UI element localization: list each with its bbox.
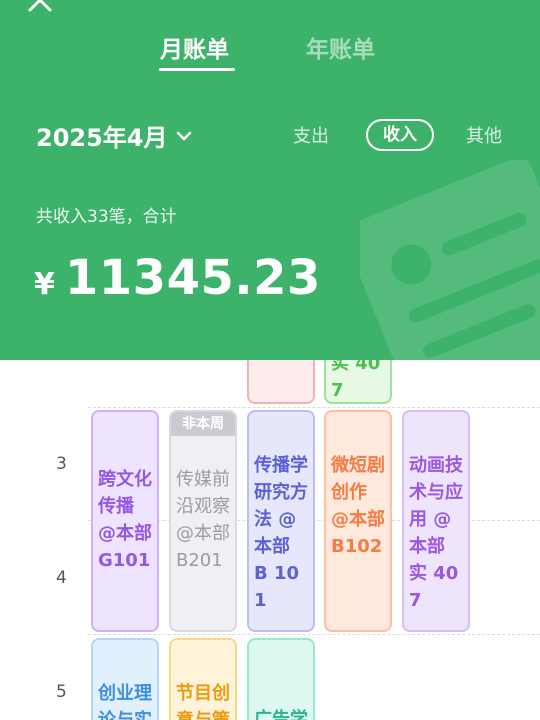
income-summary: 共收入33笔，合计 (36, 207, 177, 227)
course-card-text: 实 407 (331, 360, 381, 401)
course-card-text: 动画技术与应用 @本部 实 407 (409, 455, 463, 611)
receipt-watermark-icon (360, 160, 540, 360)
period-label: 4 (56, 568, 67, 588)
course-card-text: 传播学研究方法 @本部 B 101 (254, 455, 308, 611)
close-icon[interactable] (26, 0, 54, 14)
course-card[interactable]: 非本周 传媒前沿观察 @本部 B201 (169, 410, 237, 632)
course-card-text: 微短剧创作 @本部 B102 (331, 455, 392, 557)
course-card-text: 广告学 (254, 709, 308, 720)
course-card[interactable] (247, 360, 315, 404)
not-this-week-badge: 非本周 (171, 412, 235, 436)
tab-monthly-bill[interactable]: 月账单 (160, 30, 229, 64)
course-card[interactable]: 微短剧创作 @本部 B102 (324, 410, 392, 632)
month-selector-label: 2025年4月 (36, 124, 168, 152)
course-timetable: 3 4 5 实 407 跨文化传播 @本部 G101 非本周 传媒前沿观察 @本… (0, 360, 540, 720)
course-card[interactable]: 传播学研究方法 @本部 B 101 (247, 410, 315, 632)
filter-income[interactable]: 收入 (366, 119, 434, 151)
amount-value: 11345.23 (64, 250, 321, 306)
month-selector[interactable]: 2025年4月 (36, 118, 192, 153)
course-card[interactable]: 广告学 (247, 638, 315, 720)
course-card-text: 跨文化传播 @本部 G101 (98, 469, 159, 571)
course-card[interactable]: 动画技术与应用 @本部 实 407 (402, 410, 470, 632)
tab-yearly-bill[interactable]: 年账单 (306, 30, 375, 64)
course-card[interactable]: 节目创意与策 (169, 638, 237, 720)
course-card-text: 传媒前沿观察 @本部 B201 (176, 469, 236, 571)
chevron-down-icon (176, 131, 191, 140)
course-card[interactable]: 创业理论与实 (91, 638, 159, 720)
currency-symbol: ¥ (34, 267, 55, 302)
filter-other[interactable]: 其他 (466, 122, 502, 148)
course-card[interactable]: 跨文化传播 @本部 G101 (91, 410, 159, 632)
course-card[interactable]: 实 407 (324, 360, 392, 404)
grid-line (88, 634, 540, 635)
total-amount: ¥ 11345.23 (34, 250, 321, 306)
course-card-text: 节目创意与策 (176, 683, 230, 720)
filter-expense[interactable]: 支出 (293, 122, 329, 148)
period-label: 3 (56, 454, 67, 474)
bill-header: 月账单 年账单 2025年4月 支出 收入 其他 共收入33笔，合计 ¥ 113… (0, 0, 540, 360)
grid-line (88, 407, 540, 408)
course-card-text: 创业理论与实 (98, 683, 152, 720)
period-label: 5 (56, 682, 67, 702)
active-tab-indicator (159, 68, 235, 71)
